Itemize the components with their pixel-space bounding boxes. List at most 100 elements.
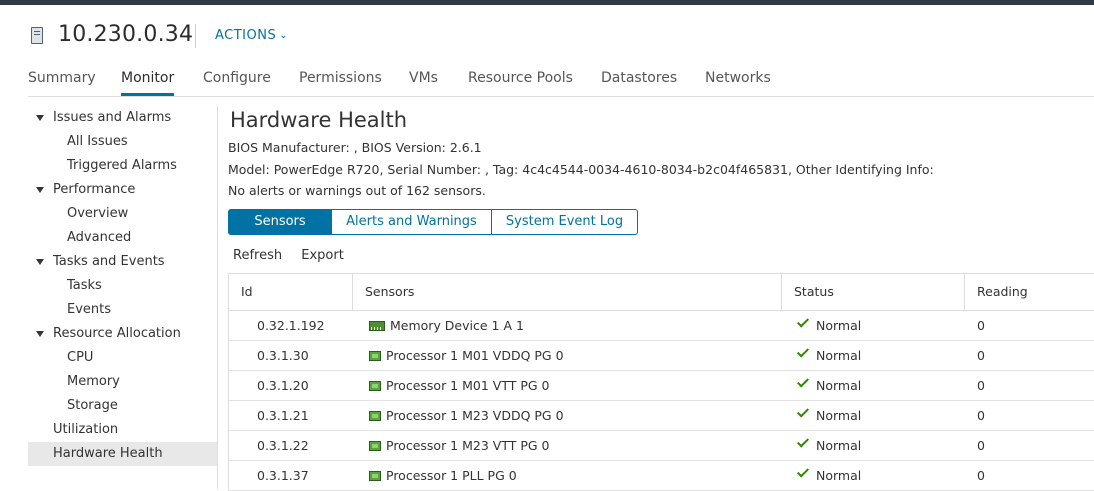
sidebar-item-overview[interactable]: Overview (28, 202, 217, 226)
sidebar-group-tasks-and-events[interactable]: Tasks and Events (28, 250, 217, 274)
sidebar-item-tasks[interactable]: Tasks (28, 274, 217, 298)
sidebar-item-label: All Issues (67, 134, 128, 149)
sidebar-item-label: Events (67, 302, 112, 317)
processor-icon (369, 471, 381, 481)
processor-icon (369, 441, 381, 451)
caret-down-icon (36, 331, 44, 337)
caret-down-icon (36, 259, 44, 265)
check-icon (796, 345, 810, 358)
view-switcher: Sensors Alerts and Warnings System Event… (228, 209, 638, 235)
tab-configure[interactable]: Configure (203, 70, 271, 86)
host-title: 10.230.0.34 (58, 22, 194, 47)
sidebar-item-triggered-alarms[interactable]: Triggered Alarms (28, 154, 217, 178)
grid-header: Id Sensors Status Reading (229, 274, 1094, 311)
reading-value: 0 (977, 408, 985, 423)
table-row[interactable]: 0.3.1.21 Processor 1 M23 VDDQ PG 0 Norma… (229, 401, 1094, 431)
sidebar-item-memory[interactable]: Memory (28, 370, 217, 394)
tab-datastores[interactable]: Datastores (601, 70, 677, 86)
table-row[interactable]: 0.3.1.22 Processor 1 M23 VTT PG 0 Normal… (229, 431, 1094, 461)
sidebar-item-storage[interactable]: Storage (28, 394, 217, 418)
sensor-id: 0.3.1.30 (257, 348, 309, 363)
tab-monitor[interactable]: Monitor (121, 70, 175, 96)
status-cell: Normal (796, 371, 862, 400)
sidebar-item-label: Utilization (53, 422, 119, 437)
sidebar-group-resource-allocation[interactable]: Resource Allocation (28, 322, 217, 346)
status-text: Normal (816, 438, 862, 453)
sensor-id: 0.3.1.20 (257, 378, 309, 393)
status-cell: Normal (796, 341, 862, 370)
sensor-name-cell: Processor 1 M23 VDDQ PG 0 (369, 401, 564, 430)
tab-networks[interactable]: Networks (705, 70, 771, 86)
check-icon (796, 315, 810, 328)
reading-value: 0 (977, 318, 985, 333)
sidebar-group-label: Issues and Alarms (53, 110, 172, 125)
table-row[interactable]: 0.3.1.37 Processor 1 PLL PG 0 Normal 0 (229, 461, 1094, 491)
reading-value: 0 (977, 438, 985, 453)
column-header-status[interactable]: Status (782, 274, 965, 310)
sensor-name: Processor 1 M23 VTT PG 0 (386, 438, 550, 453)
tab-vms[interactable]: VMs (409, 70, 438, 86)
sensor-id: 0.3.1.37 (257, 468, 309, 483)
system-event-log-button[interactable]: System Event Log (492, 209, 638, 235)
sidebar-group-issues-and-alarms[interactable]: Issues and Alarms (28, 106, 217, 130)
check-icon (796, 465, 810, 478)
sensor-id: 0.32.1.192 (257, 318, 325, 333)
sensors-button[interactable]: Sensors (228, 209, 332, 235)
reading-value: 0 (977, 468, 985, 483)
alerts-and-warnings-button[interactable]: Alerts and Warnings (332, 209, 492, 235)
table-row[interactable]: 0.32.1.192 Memory Device 1 A 1 Normal 0 (229, 311, 1094, 341)
model-info: Model: PowerEdge R720, Serial Number: , … (228, 162, 934, 177)
status-cell: Normal (796, 461, 861, 490)
top-bar (0, 0, 1094, 5)
sidebar-group-label: Tasks and Events (53, 254, 165, 269)
status-cell: Normal (796, 311, 862, 340)
sidebar-item-label: Memory (67, 374, 120, 389)
caret-down-icon (36, 187, 44, 193)
status-text: Normal (816, 348, 862, 363)
export-button[interactable]: Export (301, 248, 344, 263)
sensor-name: Processor 1 M01 VTT PG 0 (386, 378, 550, 393)
sidebar-item-utilization[interactable]: Utilization (28, 418, 217, 442)
bios-info: BIOS Manufacturer: , BIOS Version: 2.6.1 (228, 140, 482, 155)
column-header-sensors[interactable]: Sensors (353, 274, 782, 310)
sidebar-item-hardware-health[interactable]: Hardware Health (28, 442, 217, 466)
sidebar-group-label: Performance (53, 182, 136, 197)
page-title: Hardware Health (230, 108, 408, 132)
title-divider (195, 24, 196, 48)
sensor-name: Processor 1 M23 VDDQ PG 0 (386, 408, 564, 423)
grid-toolbar: Refresh Export (233, 248, 359, 263)
status-text: Normal (816, 318, 862, 333)
sidebar-group-performance[interactable]: Performance (28, 178, 217, 202)
sidebar-item-label: CPU (67, 350, 94, 365)
sidebar-item-events[interactable]: Events (28, 298, 217, 322)
table-row[interactable]: 0.3.1.20 Processor 1 M01 VTT PG 0 Normal… (229, 371, 1094, 401)
host-server-icon (31, 27, 43, 44)
reading-value: 0 (977, 378, 985, 393)
check-icon (796, 375, 810, 388)
table-row[interactable]: 0.3.1.30 Processor 1 M01 VDDQ PG 0 Norma… (229, 341, 1094, 371)
sensor-id: 0.3.1.22 (257, 438, 309, 453)
actions-menu[interactable]: ACTIONS ⌄ (215, 28, 288, 43)
chevron-down-icon: ⌄ (279, 30, 289, 41)
status-text: Normal (816, 408, 862, 423)
sensor-name-cell: Processor 1 M01 VDDQ PG 0 (369, 341, 564, 370)
sidebar-item-label: Overview (67, 206, 129, 221)
column-header-id[interactable]: Id (229, 274, 353, 310)
refresh-button[interactable]: Refresh (233, 248, 282, 263)
tab-permissions[interactable]: Permissions (299, 70, 382, 86)
sensor-name: Processor 1 PLL PG 0 (386, 468, 517, 483)
processor-icon (369, 411, 381, 421)
tab-resource-pools[interactable]: Resource Pools (468, 70, 573, 86)
memory-icon (369, 321, 385, 331)
sidebar-item-advanced[interactable]: Advanced (28, 226, 217, 250)
sensor-name: Processor 1 M01 VDDQ PG 0 (386, 348, 564, 363)
status-text: Normal (816, 378, 862, 393)
sidebar-group-label: Resource Allocation (53, 326, 181, 341)
tab-summary[interactable]: Summary (28, 70, 96, 86)
caret-down-icon (36, 115, 44, 121)
sensor-summary: No alerts or warnings out of 162 sensors… (228, 183, 486, 198)
sidebar-item-all-issues[interactable]: All Issues (28, 130, 217, 154)
sidebar-item-cpu[interactable]: CPU (28, 346, 217, 370)
monitor-sidebar: Issues and Alarms All Issues Triggered A… (28, 106, 218, 489)
column-header-reading[interactable]: Reading (965, 274, 1094, 310)
